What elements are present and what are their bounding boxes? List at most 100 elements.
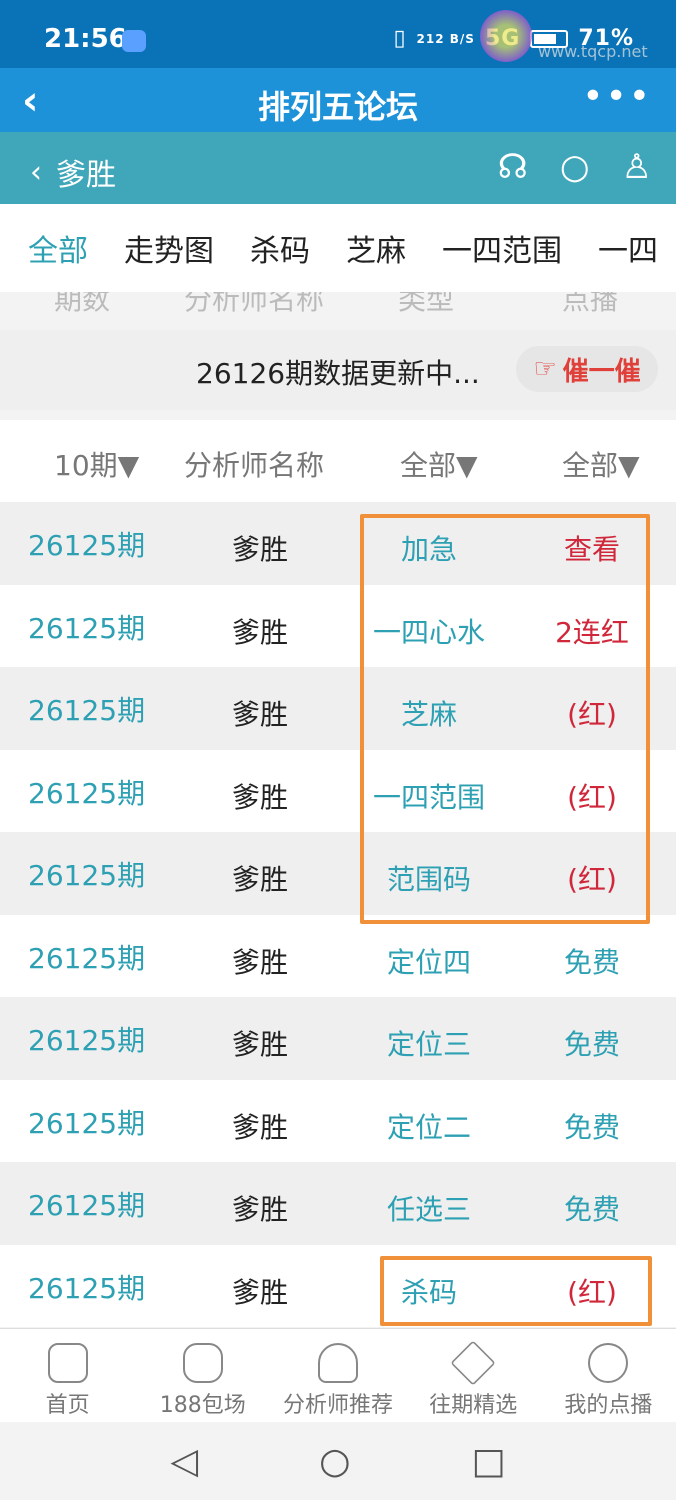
table-row[interactable]: 26125期 爹胜 范围码 (红) bbox=[0, 832, 676, 915]
filter-row: 10期▼ 分析师名称 全部▼ 全部▼ bbox=[0, 420, 676, 504]
headset-icon[interactable]: ☊ bbox=[498, 150, 528, 184]
row-period: 26125期 bbox=[28, 859, 146, 892]
nav-mine[interactable]: 我的点播 bbox=[541, 1329, 676, 1422]
nav-label: 分析师推荐 bbox=[283, 1393, 394, 1418]
row-period: 26125期 bbox=[28, 776, 146, 810]
table-row[interactable]: 26125期 爹胜 定位二 免费 bbox=[0, 1079, 676, 1162]
crown-icon bbox=[182, 1343, 223, 1383]
row-period: 26125期 bbox=[28, 941, 146, 975]
nav-label: 188包场 bbox=[159, 1393, 246, 1418]
table-row[interactable]: 26125期 爹胜 定位四 免费 bbox=[0, 914, 676, 997]
nav-featured[interactable]: 往期精选 bbox=[406, 1329, 541, 1422]
row-analyst: 爹胜 bbox=[232, 698, 289, 731]
nav-label: 往期精选 bbox=[429, 1393, 518, 1418]
row-status[interactable]: 免费 bbox=[544, 1106, 640, 1146]
row-type: 杀码 bbox=[400, 1275, 457, 1309]
urge-label: 催一催 bbox=[562, 356, 641, 387]
update-notice: 26126期数据更新中... ☞ 催一催 bbox=[0, 330, 676, 410]
ghost-col-period: 期数 bbox=[54, 292, 111, 316]
tab-sesame[interactable]: 芝麻 bbox=[346, 226, 406, 270]
watermark-circle-icon bbox=[480, 10, 532, 62]
row-period: 26125期 bbox=[28, 1024, 146, 1057]
nav-analyst[interactable]: 分析师推荐 bbox=[270, 1329, 405, 1422]
nav-home[interactable]: 首页 bbox=[0, 1329, 135, 1422]
tab-range[interactable]: 一四范围 bbox=[442, 226, 562, 270]
star-icon bbox=[450, 1340, 496, 1386]
nav-label: 首页 bbox=[45, 1393, 90, 1418]
table-row[interactable]: 26125期 爹胜 定位三 免费 bbox=[0, 997, 676, 1080]
row-period: 26125期 bbox=[28, 694, 146, 727]
row-type: 一四心水 bbox=[372, 615, 485, 649]
ghost-col-analyst: 分析师名称 bbox=[184, 292, 325, 316]
recents-square-icon[interactable]: □ bbox=[471, 1441, 505, 1482]
chevron-left-small-icon: ‹ bbox=[30, 154, 42, 190]
tab-kill-code[interactable]: 杀码 bbox=[250, 226, 310, 270]
table-row[interactable]: 26125期 爹胜 一四范围 (红) bbox=[0, 749, 676, 832]
row-status: (红) bbox=[567, 863, 617, 896]
row-status: (红) bbox=[567, 698, 617, 731]
tab-all[interactable]: 全部 bbox=[28, 226, 88, 270]
table-row[interactable]: 26125期 爹胜 任选三 免费 bbox=[0, 1162, 676, 1245]
pointing-hand-icon: ☞ bbox=[533, 354, 557, 384]
analyst-name: 爹胜 bbox=[56, 158, 116, 193]
analyst-bar: ‹ 爹胜 ☊ ○ ♙ bbox=[0, 132, 676, 204]
table-row[interactable]: 26125期 爹胜 一四心水 2连红 bbox=[0, 584, 676, 667]
filter-type[interactable]: 全部▼ bbox=[400, 444, 478, 484]
profile-icon bbox=[588, 1343, 629, 1383]
filter-period[interactable]: 10期▼ bbox=[54, 444, 139, 484]
analyst-back[interactable]: ‹ 爹胜 bbox=[30, 150, 116, 194]
row-period: 26125期 bbox=[28, 529, 146, 562]
row-status: (红) bbox=[567, 1275, 617, 1309]
tab-more[interactable]: 一四 bbox=[598, 226, 658, 270]
user-icon[interactable]: ♙ bbox=[622, 150, 652, 184]
table-row[interactable]: 26125期 爹胜 加急 查看 bbox=[0, 502, 676, 585]
row-period: 26125期 bbox=[28, 611, 146, 645]
bottom-nav: 首页 188包场 分析师推荐 往期精选 我的点播 bbox=[0, 1328, 676, 1422]
search-icon[interactable]: ○ bbox=[560, 150, 590, 184]
urge-button[interactable]: ☞ 催一催 bbox=[516, 346, 658, 392]
ghost-col-type: 类型 bbox=[398, 292, 455, 316]
row-status: 2连红 bbox=[555, 615, 629, 649]
row-status[interactable]: 免费 bbox=[544, 1023, 640, 1063]
tab-trend[interactable]: 走势图 bbox=[124, 226, 214, 270]
row-type: 范围码 bbox=[386, 863, 471, 896]
row-status: (红) bbox=[567, 780, 617, 814]
table-row[interactable]: 26125期 爹胜 杀码 (红) bbox=[0, 1244, 676, 1327]
row-status[interactable]: 免费 bbox=[544, 1188, 640, 1228]
watermark-text: www.tqcp.net bbox=[538, 42, 648, 61]
row-status[interactable]: 免费 bbox=[544, 941, 640, 981]
row-type: 芝麻 bbox=[400, 698, 457, 731]
more-icon[interactable]: ••• bbox=[582, 76, 652, 117]
category-tabs: 全部 走势图 杀码 芝麻 一四范围 一四 bbox=[0, 204, 676, 292]
system-nav: ◁ ○ □ bbox=[0, 1422, 676, 1500]
nav-package[interactable]: 188包场 bbox=[135, 1329, 270, 1422]
analyst-actions: ☊ ○ ♙ bbox=[498, 150, 652, 184]
row-type: 任选三 bbox=[386, 1193, 471, 1226]
message-icon bbox=[122, 30, 146, 52]
row-type: 一四范围 bbox=[372, 780, 485, 814]
filter-status[interactable]: 全部▼ bbox=[562, 444, 640, 484]
network-speed: 212 B/S bbox=[416, 31, 475, 46]
status-time: 21:56 bbox=[44, 24, 127, 54]
back-triangle-icon[interactable]: ◁ bbox=[170, 1441, 198, 1482]
table-row[interactable]: 26125期 爹胜 芝麻 (红) bbox=[0, 667, 676, 750]
home-circle-icon[interactable]: ○ bbox=[319, 1441, 350, 1482]
home-icon bbox=[47, 1343, 88, 1383]
row-analyst: 爹胜 bbox=[232, 615, 289, 649]
row-type: 定位四 bbox=[386, 945, 471, 979]
row-period: 26125期 bbox=[28, 1189, 146, 1222]
row-analyst: 爹胜 bbox=[232, 1110, 289, 1144]
row-analyst: 爹胜 bbox=[232, 1193, 289, 1226]
nav-label: 我的点播 bbox=[564, 1393, 653, 1418]
page-title: 排列五论坛 bbox=[257, 88, 418, 126]
row-status[interactable]: 查看 bbox=[544, 528, 640, 568]
row-type: 定位三 bbox=[386, 1028, 471, 1061]
record-list: 26125期 爹胜 加急 查看 26125期 爹胜 一四心水 2连红 26125… bbox=[0, 502, 676, 1327]
scrolled-header: 期数 分析师名称 类型 点播 bbox=[0, 292, 676, 326]
row-period: 26125期 bbox=[28, 1106, 146, 1140]
row-analyst: 爹胜 bbox=[232, 533, 289, 566]
row-analyst: 爹胜 bbox=[232, 863, 289, 896]
title-bar: ‹ 排列五论坛 ••• bbox=[0, 68, 676, 132]
notice-text: 26126期数据更新中... bbox=[196, 357, 480, 390]
row-analyst: 爹胜 bbox=[232, 945, 289, 979]
